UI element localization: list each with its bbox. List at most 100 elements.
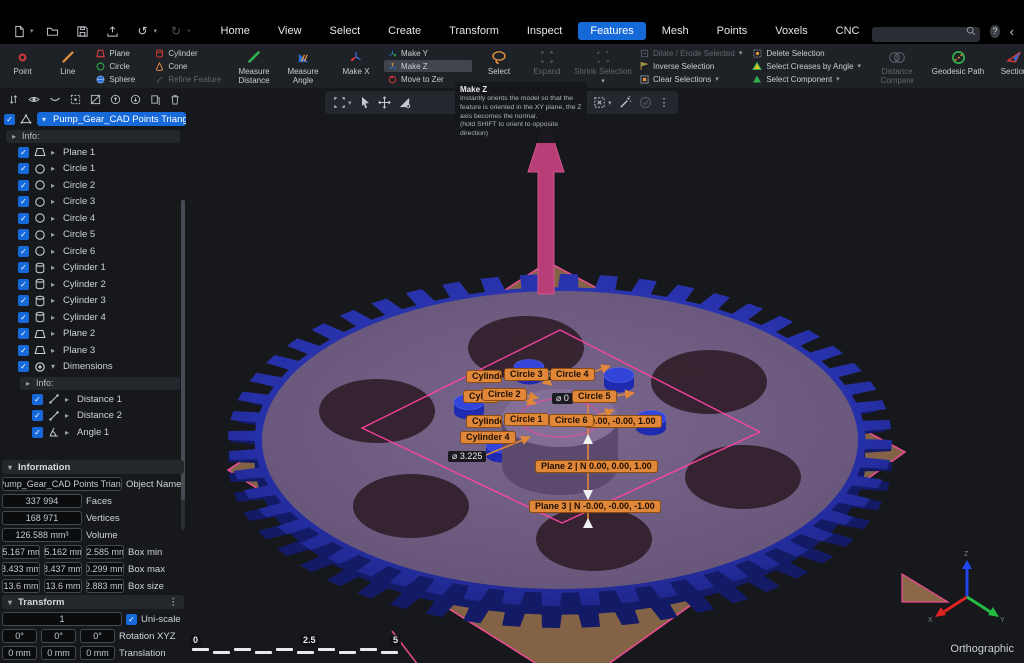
item-checkbox[interactable]: ✓ <box>18 295 29 306</box>
expand-chevron-icon[interactable]: ▸ <box>51 313 58 322</box>
item-checkbox[interactable]: ✓ <box>18 163 29 174</box>
tree-item-circle-5[interactable]: ✓▸Circle 5 <box>0 227 186 244</box>
item-checkbox[interactable]: ✓ <box>18 328 29 339</box>
tree-item-circle-3[interactable]: ✓▸Circle 3 <box>0 194 186 211</box>
rotation-z-input[interactable]: 0° <box>80 629 115 643</box>
new-file-icon[interactable] <box>8 23 30 39</box>
inverse-selection-button[interactable]: Inverse Selection <box>636 60 745 72</box>
expand-chevron-icon[interactable]: ▸ <box>51 164 58 173</box>
select-component-button[interactable]: Select Component▾ <box>749 73 864 85</box>
select-all-icon[interactable] <box>70 94 81 105</box>
expand-chevron-icon[interactable]: ▸ <box>51 181 58 190</box>
expand-chevron-icon[interactable]: ▸ <box>51 329 58 338</box>
uniscale-checkbox[interactable]: ✓ <box>126 614 137 625</box>
search-input[interactable] <box>872 27 981 42</box>
expand-chevron-icon[interactable]: ▸ <box>51 230 58 239</box>
point-button[interactable]: Point <box>0 44 45 88</box>
move-down-icon[interactable] <box>130 94 141 105</box>
plane2-label[interactable]: Plane 2 | N 0.00, 0.00, 1.00 <box>535 460 658 473</box>
select-creases-button[interactable]: Select Creases by Angle▾ <box>749 60 864 72</box>
item-checkbox[interactable]: ✓ <box>4 114 15 125</box>
tree-item-angle-1[interactable]: ✓▸Angle 1 <box>0 424 186 441</box>
delete-selection-button[interactable]: Delete Selection <box>749 47 864 59</box>
make-y-button[interactable]: Make Y <box>384 47 472 59</box>
cylinder-button[interactable]: Cylinder <box>151 47 226 59</box>
tree-item-cylinder-4[interactable]: ✓▸Cylinder 4 <box>0 309 186 326</box>
cylinder-label-hidden[interactable]: Cylinder 3 <box>466 415 502 428</box>
tab-select[interactable]: Select <box>318 22 373 40</box>
plane3-label[interactable]: Plane 3 | N -0.00, -0.00, -1.00 <box>529 500 661 513</box>
rotation-y-input[interactable]: 0° <box>41 629 76 643</box>
tab-view[interactable]: View <box>266 22 314 40</box>
section-button[interactable]: Section <box>990 44 1024 88</box>
object-name-field[interactable]: Pump_Gear_CAD Points Triang <box>2 477 122 491</box>
tree-item-circle-2[interactable]: ✓▸Circle 2 <box>0 177 186 194</box>
move-up-icon[interactable] <box>110 94 121 105</box>
tab-features[interactable]: Features <box>578 22 645 40</box>
expand-chevron-icon[interactable]: ▸ <box>51 247 58 256</box>
item-checkbox[interactable]: ✓ <box>32 427 43 438</box>
tree-item-circle-4[interactable]: ✓▸Circle 4 <box>0 210 186 227</box>
expand-chevron-icon[interactable]: ▸ <box>51 214 58 223</box>
clear-selections-button[interactable]: Clear Selections▾ <box>636 73 745 85</box>
tree-item-plane-2[interactable]: ✓▸Plane 2 <box>0 326 186 343</box>
translation-x-input[interactable]: 0 mm <box>2 646 37 660</box>
search-box[interactable] <box>872 24 981 39</box>
item-checkbox[interactable]: ✓ <box>18 345 29 356</box>
undo-icon[interactable]: ↺ <box>132 23 154 39</box>
orientation-gizmo[interactable]: Z X Y <box>928 555 1006 635</box>
show-region-icon[interactable] <box>49 94 61 105</box>
open-folder-icon[interactable] <box>42 23 64 39</box>
selected-object-pill[interactable]: ▾Pump_Gear_CAD Points Triangula <box>37 112 186 126</box>
move-tool-button[interactable] <box>378 96 391 109</box>
deselect-icon[interactable] <box>90 94 101 105</box>
item-checkbox[interactable]: ✓ <box>18 180 29 191</box>
translation-z-input[interactable]: 0 mm <box>80 646 115 660</box>
cylinder4-label[interactable]: Cylinder 4 <box>460 431 516 444</box>
tree-item-plane-1[interactable]: ✓▸Plane 1 <box>0 144 186 161</box>
item-checkbox[interactable]: ✓ <box>32 410 43 421</box>
tree-item-circle-1[interactable]: ✓▸Circle 1 <box>0 161 186 178</box>
expand-chevron-icon[interactable]: ▾ <box>51 362 58 371</box>
tree-item-pump-gear-cad-points-triangula[interactable]: ✓ ▾Pump_Gear_CAD Points Triangula <box>0 110 186 128</box>
viewport-menu-icon[interactable]: ⋮ <box>659 96 670 109</box>
rotation-x-input[interactable]: 0° <box>2 629 37 643</box>
circle2-label[interactable]: Circle 2 <box>482 388 527 401</box>
item-checkbox[interactable]: ✓ <box>18 312 29 323</box>
scale-input[interactable]: 1 <box>2 612 122 626</box>
visibility-eye-icon[interactable] <box>28 94 40 105</box>
tree-item-plane-3[interactable]: ✓▸Plane 3 <box>0 342 186 359</box>
expand-chevron-icon[interactable]: ▸ <box>51 148 58 157</box>
export-icon[interactable] <box>102 23 124 39</box>
tree-item-cylinder-2[interactable]: ✓▸Cylinder 2 <box>0 276 186 293</box>
cylinder-label-hidden[interactable]: Cylinder 2 <box>466 370 502 383</box>
item-checkbox[interactable]: ✓ <box>18 279 29 290</box>
tab-home[interactable]: Home <box>209 22 262 40</box>
item-checkbox[interactable]: ✓ <box>18 213 29 224</box>
item-checkbox[interactable]: ✓ <box>18 246 29 257</box>
expand-chevron-icon[interactable]: ▸ <box>51 197 58 206</box>
expand-chevron-icon[interactable]: ▸ <box>51 280 58 289</box>
circle3-label[interactable]: Circle 3 <box>504 368 549 381</box>
expand-chevron-icon[interactable]: ▸ <box>65 411 72 420</box>
measure-angle-button[interactable]: Measure Angle <box>278 44 328 88</box>
collapse-panel-icon[interactable]: ‹ <box>1010 24 1014 39</box>
circle5-label[interactable]: Circle 5 <box>572 390 617 403</box>
tree-info-row[interactable]: ▸Info: <box>6 130 180 143</box>
deselect-box-button[interactable]: ▾ <box>593 96 612 109</box>
fit-view-button[interactable]: ▾ <box>333 96 352 109</box>
expand-chevron-icon[interactable]: ▸ <box>65 395 72 404</box>
line-button[interactable]: Line <box>45 44 90 88</box>
tab-create[interactable]: Create <box>376 22 433 40</box>
expand-chevron-icon[interactable]: ▸ <box>51 346 58 355</box>
sphere-button[interactable]: Sphere <box>92 73 147 85</box>
magic-wand-button[interactable] <box>619 96 632 109</box>
cone-button[interactable]: Cone <box>151 60 226 72</box>
item-checkbox[interactable]: ✓ <box>18 262 29 273</box>
cursor-select-button[interactable] <box>359 96 371 109</box>
tree-item-cylinder-3[interactable]: ✓▸Cylinder 3 <box>0 293 186 310</box>
item-checkbox[interactable]: ✓ <box>32 394 43 405</box>
undo-chevron-icon[interactable]: ▾ <box>154 27 158 35</box>
transform-menu-icon[interactable]: ⋮ <box>169 597 179 608</box>
tab-points[interactable]: Points <box>705 22 760 40</box>
